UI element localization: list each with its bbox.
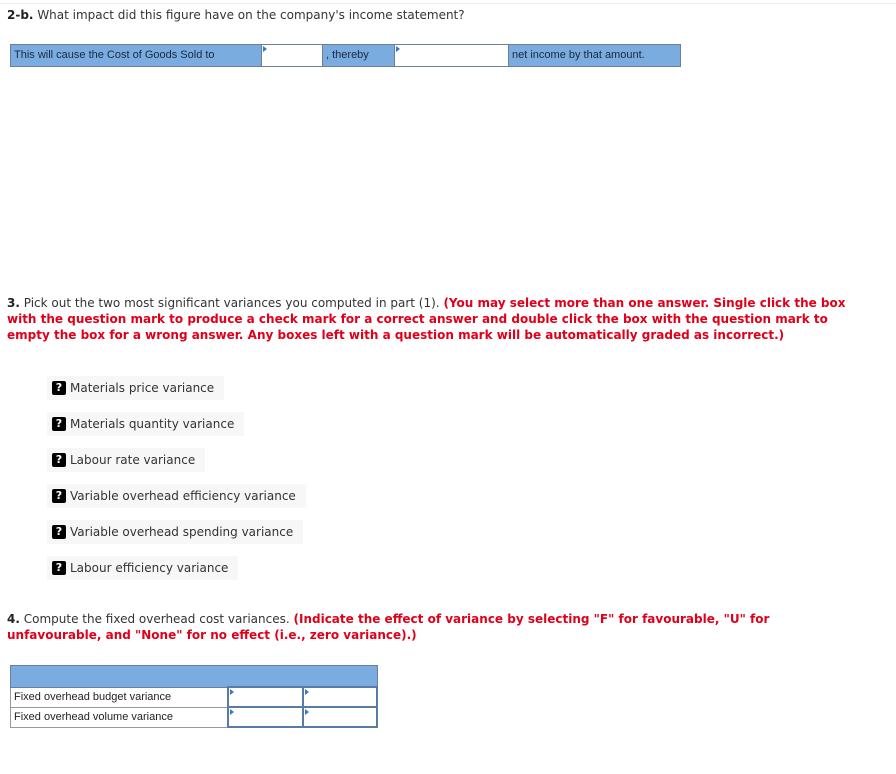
choice-labour-efficiency-variance[interactable]: ? Labour efficiency variance bbox=[47, 556, 239, 580]
budget-variance-amount-input[interactable] bbox=[227, 686, 304, 708]
question-text: What impact did this figure have on the … bbox=[37, 8, 465, 22]
question-mark-box-icon[interactable]: ? bbox=[52, 561, 66, 575]
question-2b: 2-b. What impact did this figure have on… bbox=[7, 7, 867, 23]
fixed-overhead-variance-table: Fixed overhead budget variance Fixed ove… bbox=[10, 665, 379, 728]
choice-label: Labour rate variance bbox=[70, 453, 196, 467]
cogs-effect-dropdown[interactable] bbox=[262, 45, 323, 66]
question-mark-box-icon[interactable]: ? bbox=[52, 381, 66, 395]
table-header-cell bbox=[10, 665, 378, 688]
sentence-part-3: net income by that amount. bbox=[509, 45, 680, 66]
question-number: 3. bbox=[7, 296, 20, 310]
choice-label: Variable overhead efficiency variance bbox=[70, 489, 296, 503]
table-header-row bbox=[10, 665, 378, 688]
dropdown-indicator-icon bbox=[230, 709, 235, 715]
question-mark-box-icon[interactable]: ? bbox=[52, 417, 66, 431]
question-mark-box-icon[interactable]: ? bbox=[52, 489, 66, 503]
question-3: 3. Pick out the two most significant var… bbox=[7, 295, 867, 343]
choice-materials-price-variance[interactable]: ? Materials price variance bbox=[47, 376, 225, 400]
question-text: Pick out the two most significant varian… bbox=[23, 296, 440, 310]
question-mark-box-icon[interactable]: ? bbox=[52, 453, 66, 467]
question-number: 2-b. bbox=[7, 8, 34, 22]
dropdown-indicator-icon bbox=[304, 689, 309, 695]
question-4: 4. Compute the fixed overhead cost varia… bbox=[7, 611, 867, 643]
sentence-part-2: , thereby bbox=[323, 45, 395, 66]
volume-variance-effect-dropdown[interactable] bbox=[301, 706, 379, 728]
question-text: Compute the fixed overhead cost variance… bbox=[23, 612, 290, 626]
top-divider bbox=[0, 3, 896, 4]
volume-variance-amount-input[interactable] bbox=[227, 706, 304, 728]
choice-labour-rate-variance[interactable]: ? Labour rate variance bbox=[47, 448, 206, 472]
table-row: Fixed overhead volume variance bbox=[10, 706, 379, 728]
sentence-part-1: This will cause the Cost of Goods Sold t… bbox=[11, 45, 262, 66]
choice-label: Materials price variance bbox=[70, 381, 215, 395]
row-label: Fixed overhead volume variance bbox=[10, 706, 229, 728]
choice-label: Variable overhead spending variance bbox=[70, 525, 294, 539]
sentence-completion-row: This will cause the Cost of Goods Sold t… bbox=[10, 44, 681, 67]
choice-materials-quantity-variance[interactable]: ? Materials quantity variance bbox=[47, 412, 245, 436]
question-mark-box-icon[interactable]: ? bbox=[52, 525, 66, 539]
dropdown-indicator-icon bbox=[263, 46, 267, 52]
table-row: Fixed overhead budget variance bbox=[10, 686, 379, 708]
choice-variable-overhead-efficiency-variance[interactable]: ? Variable overhead efficiency variance bbox=[47, 484, 306, 508]
dropdown-indicator-icon bbox=[230, 689, 235, 695]
dropdown-indicator-icon bbox=[396, 46, 400, 52]
budget-variance-effect-dropdown[interactable] bbox=[301, 686, 379, 708]
row-label: Fixed overhead budget variance bbox=[10, 686, 229, 708]
question-number: 4. bbox=[7, 612, 20, 626]
choice-variable-overhead-spending-variance[interactable]: ? Variable overhead spending variance bbox=[47, 520, 304, 544]
dropdown-indicator-icon bbox=[304, 709, 309, 715]
choice-label: Materials quantity variance bbox=[70, 417, 235, 431]
choice-label: Labour efficiency variance bbox=[70, 561, 229, 575]
net-income-effect-dropdown[interactable] bbox=[395, 45, 509, 66]
